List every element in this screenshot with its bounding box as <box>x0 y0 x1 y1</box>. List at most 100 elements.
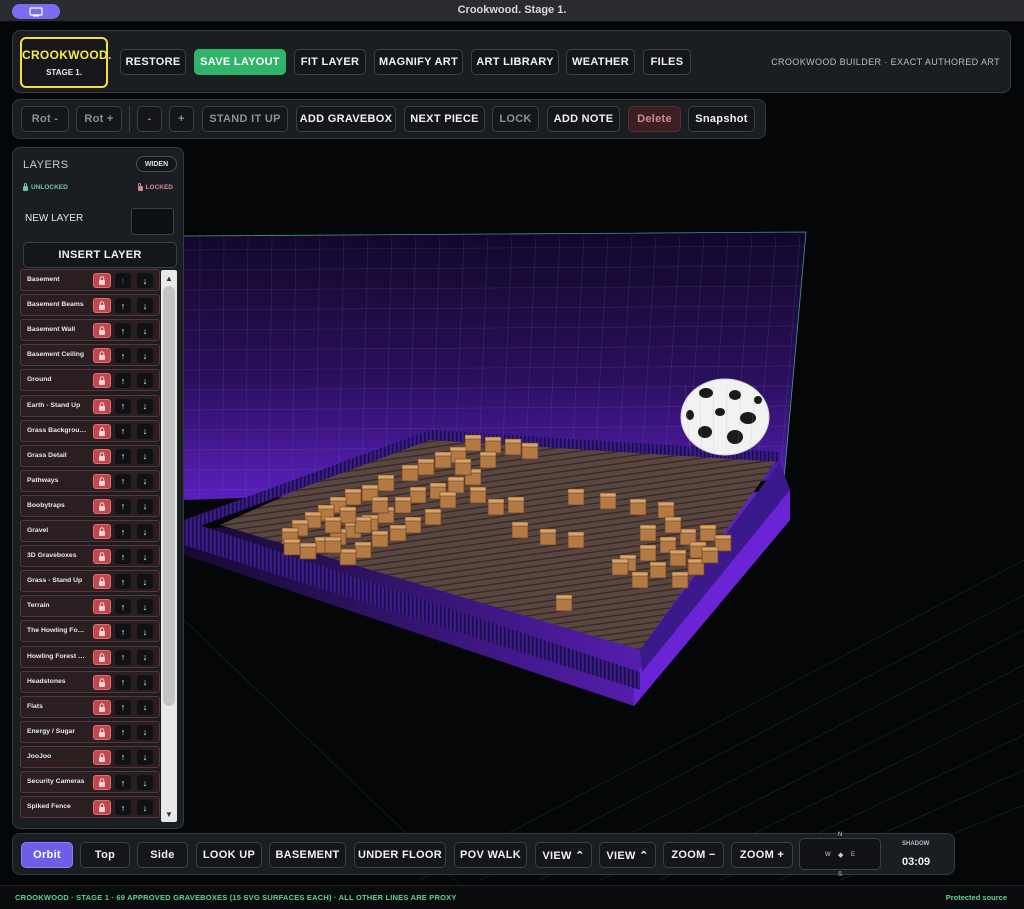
side-view-button[interactable]: Side <box>137 842 188 868</box>
move-up-icon[interactable]: ↑ <box>115 749 131 765</box>
layer-row[interactable]: 3D Graveboxes ↑ ↓ <box>20 545 160 568</box>
scroll-thumb[interactable] <box>163 286 175 706</box>
layer-row[interactable]: Basement Wall ↑ ↓ <box>20 319 160 342</box>
layer-lock-icon[interactable] <box>93 298 111 314</box>
move-down-icon[interactable]: ↓ <box>137 674 153 690</box>
new-layer-input[interactable] <box>131 208 174 235</box>
layer-lock-icon[interactable] <box>93 724 111 740</box>
magnify-art-button[interactable]: MAGNIFY ART <box>374 49 463 75</box>
widen-button[interactable]: WIDEN <box>136 156 177 172</box>
layer-row[interactable]: Boobytraps ↑ ↓ <box>20 494 160 517</box>
scroll-down-icon[interactable]: ▼ <box>161 807 177 821</box>
move-up-icon[interactable]: ↑ <box>115 473 131 489</box>
move-up-icon[interactable]: ↑ <box>115 448 131 464</box>
fit-layer-button[interactable]: FIT LAYER <box>294 49 366 75</box>
layer-lock-icon[interactable] <box>93 699 111 715</box>
move-down-icon[interactable]: ↓ <box>137 800 153 816</box>
move-down-icon[interactable]: ↓ <box>137 549 153 565</box>
move-up-icon[interactable]: ↑ <box>115 498 131 514</box>
move-down-icon[interactable]: ↓ <box>137 448 153 464</box>
move-up-icon[interactable]: ↑ <box>115 674 131 690</box>
move-up-icon[interactable]: ↑ <box>115 373 131 389</box>
move-down-icon[interactable]: ↓ <box>137 649 153 665</box>
next-piece-button[interactable]: NEXT PIECE <box>404 106 485 132</box>
layer-lock-icon[interactable] <box>93 398 111 414</box>
rotate-right-button[interactable]: Rot + <box>76 106 122 132</box>
stand-it-up-button[interactable]: STAND IT UP <box>202 106 288 132</box>
move-up-icon[interactable]: ↑ <box>115 398 131 414</box>
move-up-icon[interactable]: ↑ <box>115 298 131 314</box>
move-down-icon[interactable]: ↓ <box>137 498 153 514</box>
layer-row[interactable]: Ground ↑ ↓ <box>20 369 160 392</box>
move-up-icon[interactable]: ↑ <box>115 273 131 288</box>
scroll-up-icon[interactable]: ▲ <box>161 271 177 285</box>
move-down-icon[interactable]: ↓ <box>137 524 153 539</box>
pov-walk-button[interactable]: POV WALK <box>454 842 527 868</box>
art-library-button[interactable]: ART LIBRARY <box>471 49 559 75</box>
move-down-icon[interactable]: ↓ <box>137 373 153 389</box>
layer-lock-icon[interactable] <box>93 649 111 665</box>
layer-row[interactable]: Grass - Stand Up ↑ ↓ <box>20 570 160 593</box>
move-down-icon[interactable]: ↓ <box>137 699 153 715</box>
move-down-icon[interactable]: ↓ <box>137 749 153 765</box>
layer-row[interactable]: Grass Detail ↑ ↓ <box>20 444 160 467</box>
snapshot-button[interactable]: Snapshot <box>688 106 755 132</box>
move-down-icon[interactable]: ↓ <box>137 298 153 314</box>
move-down-icon[interactable]: ↓ <box>137 423 153 439</box>
layer-lock-icon[interactable] <box>93 448 111 464</box>
layer-row[interactable]: Basement Beams ↑ ↓ <box>20 294 160 317</box>
layer-lock-icon[interactable] <box>93 423 111 439</box>
layer-row[interactable]: Gravel ↑ ↓ <box>20 520 160 542</box>
view-down-button[interactable]: VIEW ⌃ <box>599 842 656 868</box>
layer-row[interactable]: Pathways ↑ ↓ <box>20 469 160 492</box>
add-gravebox-button[interactable]: ADD GRAVEBOX <box>296 106 396 132</box>
move-up-icon[interactable]: ↑ <box>115 624 131 640</box>
layer-row[interactable]: Energy / Sugar ↑ ↓ <box>20 720 160 743</box>
top-view-button[interactable]: Top <box>80 842 130 868</box>
move-down-icon[interactable]: ↓ <box>137 348 153 364</box>
move-down-icon[interactable]: ↓ <box>137 775 153 790</box>
layer-lock-icon[interactable] <box>93 574 111 590</box>
move-down-icon[interactable]: ↓ <box>137 574 153 590</box>
zoom-in-button[interactable]: ZOOM + <box>731 842 793 868</box>
delete-button[interactable]: Delete <box>628 106 681 132</box>
shadow-time[interactable]: 03:09 <box>902 856 930 868</box>
move-up-icon[interactable]: ↑ <box>115 699 131 715</box>
scene-viewport[interactable] <box>184 140 1024 885</box>
layer-row[interactable]: JooJoo ↑ ↓ <box>20 745 160 768</box>
layer-lock-icon[interactable] <box>93 749 111 765</box>
layer-row[interactable]: Grass Backgrou… ↑ ↓ <box>20 419 160 442</box>
orbit-button[interactable]: Orbit <box>21 842 73 868</box>
move-up-icon[interactable]: ↑ <box>115 348 131 364</box>
insert-layer-button[interactable]: INSERT LAYER <box>23 242 177 268</box>
view-up-button[interactable]: VIEW ⌃ <box>535 842 592 868</box>
compass[interactable]: N S W ◆ E <box>799 832 881 878</box>
weather-button[interactable]: WEATHER <box>566 49 635 75</box>
move-up-icon[interactable]: ↑ <box>115 549 131 565</box>
zoom-out-button[interactable]: ZOOM − <box>663 842 724 868</box>
layer-lock-icon[interactable] <box>93 498 111 514</box>
add-note-button[interactable]: ADD NOTE <box>547 106 620 132</box>
move-down-icon[interactable]: ↓ <box>137 599 153 615</box>
layer-scrollbar[interactable]: ▲ ▼ <box>161 270 177 822</box>
scale-down-button[interactable]: - <box>137 106 162 132</box>
move-up-icon[interactable]: ↑ <box>115 323 131 339</box>
under-floor-button[interactable]: UNDER FLOOR <box>354 842 446 868</box>
move-down-icon[interactable]: ↓ <box>137 473 153 489</box>
layer-lock-icon[interactable] <box>93 323 111 339</box>
layer-lock-icon[interactable] <box>93 524 111 539</box>
rotate-left-button[interactable]: Rot - <box>21 106 69 132</box>
move-up-icon[interactable]: ↑ <box>115 599 131 615</box>
move-up-icon[interactable]: ↑ <box>115 574 131 590</box>
layer-row[interactable]: The Howling Fo… ↑ ↓ <box>20 620 160 643</box>
layer-lock-icon[interactable] <box>93 674 111 690</box>
move-up-icon[interactable]: ↑ <box>115 524 131 539</box>
scale-up-button[interactable]: + <box>169 106 194 132</box>
move-down-icon[interactable]: ↓ <box>137 273 153 288</box>
move-up-icon[interactable]: ↑ <box>115 423 131 439</box>
move-up-icon[interactable]: ↑ <box>115 800 131 816</box>
layer-lock-icon[interactable] <box>93 549 111 565</box>
layer-row[interactable]: Earth - Stand Up ↑ ↓ <box>20 394 160 417</box>
layer-lock-icon[interactable] <box>93 599 111 615</box>
restore-button[interactable]: RESTORE <box>120 49 186 75</box>
